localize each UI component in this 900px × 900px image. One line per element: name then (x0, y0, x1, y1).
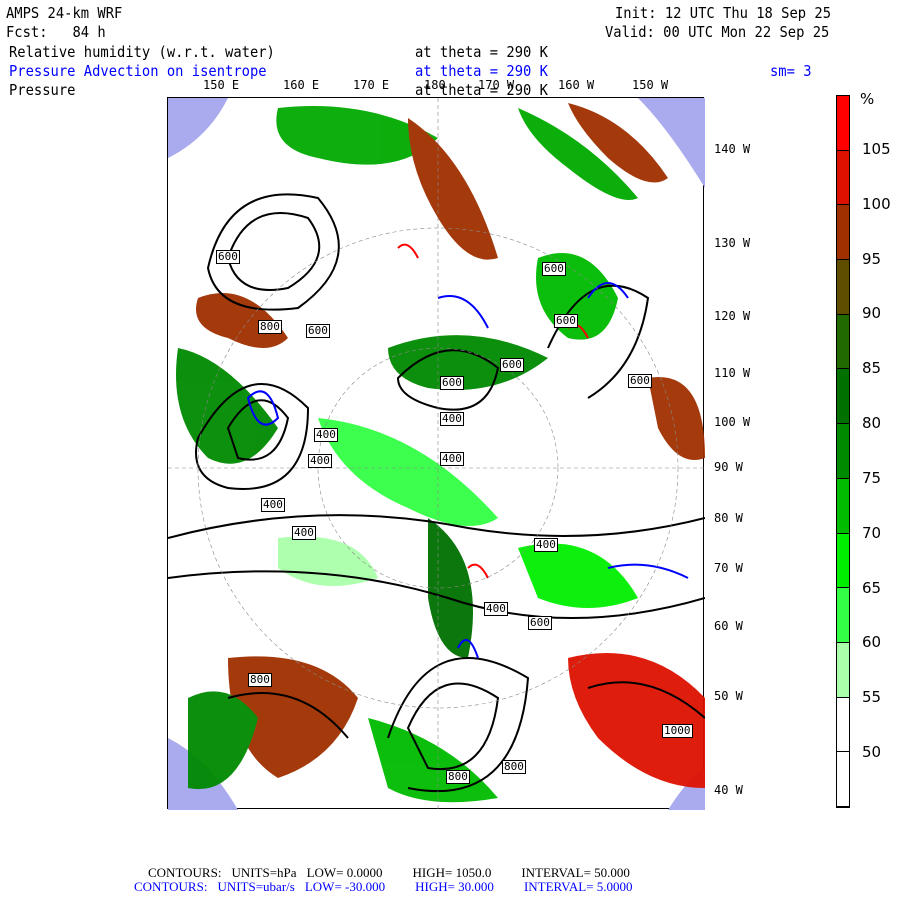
colorbar-segment (837, 205, 849, 261)
weather-map-page: AMPS 24-km WRF Fcst: 84 h Init: 12 UTC T… (0, 0, 900, 900)
longitude-label: 60 W (714, 619, 743, 633)
colorbar-label: 75 (862, 468, 882, 487)
colorbar-label: 65 (862, 578, 882, 597)
contour-label: 600 (542, 262, 566, 276)
contour-label: 600 (216, 250, 240, 264)
colorbar-label: 95 (862, 249, 882, 268)
longitude-label: 120 W (714, 309, 751, 323)
colorbar-segment (837, 150, 849, 206)
contour-label: 800 (502, 760, 526, 774)
contour-label: 400 (308, 454, 332, 468)
colorbar-segment (837, 642, 849, 698)
colorbar-segment (837, 314, 849, 370)
contour-label: 400 (534, 538, 558, 552)
longitude-label: 160 W (558, 78, 595, 92)
longitude-label: 160 E (283, 78, 320, 92)
contour-info-advection: CONTOURS: UNITS=ubar/s LOW= -30.000 HIGH= 3… (134, 880, 633, 894)
longitude-label: 100 W (714, 415, 751, 429)
contour-label: 800 (446, 770, 470, 784)
contour-label: 600 (628, 374, 652, 388)
longitude-label: 110 W (714, 366, 751, 380)
colorbar-label: 90 (862, 304, 882, 323)
longitude-label: 70 W (714, 561, 743, 575)
contour-info-pressure: CONTOURS: UNITS=hPa LOW= 0.0000 HIGH= 1050.… (148, 866, 630, 880)
colorbar-segment (837, 533, 849, 589)
contour-units: UNITS=hPa (231, 865, 297, 880)
longitude-label: 130 W (714, 236, 751, 250)
colorbar-segment (837, 369, 849, 425)
contour-low: LOW= 0.0000 (306, 865, 383, 880)
contour-label: 400 (484, 602, 508, 616)
colorbar-label: 60 (862, 633, 882, 652)
colorbar-unit: % (860, 90, 875, 108)
contour-interval: INTERVAL= 5.0000 (523, 879, 633, 894)
model-title: AMPS 24-km WRF (6, 4, 123, 22)
contour-label: CONTOURS: (134, 879, 208, 894)
contour-label: 400 (261, 498, 285, 512)
field-pressure: Pressure (9, 81, 76, 99)
colorbar-label: 50 (862, 743, 882, 762)
colorbar (836, 95, 850, 808)
contour-label: 600 (500, 358, 524, 372)
colorbar-label: 100 (862, 194, 891, 213)
colorbar-label: 85 (862, 359, 882, 378)
contour-high: HIGH= 30.000 (415, 879, 494, 894)
colorbar-label: 70 (862, 523, 882, 542)
contour-label: 800 (258, 320, 282, 334)
forecast-hour: Fcst: 84 h (6, 23, 106, 41)
colorbar-label: 105 (862, 139, 891, 158)
contour-label: 1000 (662, 724, 693, 738)
contour-label: 600 (440, 376, 464, 390)
field-padv-level: at theta = 290 K (415, 62, 548, 80)
longitude-label: 150 E (203, 78, 240, 92)
longitude-label: 50 W (714, 689, 743, 703)
init-time: Init: 12 UTC Thu 18 Sep 25 (615, 4, 832, 22)
longitude-label: 140 W (714, 142, 751, 156)
colorbar-label: 80 (862, 414, 882, 433)
field-rh: Relative humidity (w.r.t. water) (9, 43, 275, 61)
contour-label: 600 (306, 324, 330, 338)
colorbar-segment (837, 260, 849, 315)
contour-units: UNITS=ubar/s (217, 879, 295, 894)
contour-label: 400 (440, 412, 464, 426)
map-plot: 600 800 600 400 400 400 400 600 400 400 600 600 600 6… (167, 97, 706, 810)
longitude-label: 180 (424, 78, 446, 92)
contour-interval: INTERVAL= 50.000 (521, 865, 630, 880)
field-padv: Pressure Advection on isentrope (9, 62, 267, 80)
colorbar-segment (837, 96, 849, 151)
contour-label: 600 (528, 616, 552, 630)
colorbar-label: 55 (862, 688, 882, 707)
longitude-label: 170 E (353, 78, 390, 92)
longitude-label: 40 W (714, 783, 743, 797)
colorbar-segment (837, 478, 849, 534)
colorbar-segment (837, 588, 849, 643)
contour-label: 800 (248, 673, 272, 687)
longitude-label: 90 W (714, 460, 743, 474)
longitude-label: 170 W (478, 78, 515, 92)
contour-low: LOW= -30.000 (304, 879, 386, 894)
longitude-label: 80 W (714, 511, 743, 525)
contour-label: 400 (440, 452, 464, 466)
colorbar-segment (837, 697, 849, 753)
contour-label: 400 (314, 428, 338, 442)
valid-time: Valid: 00 UTC Mon 22 Sep 25 (605, 23, 830, 41)
smoothing-label: sm= 3 (770, 62, 812, 80)
contour-label: 600 (554, 314, 578, 328)
colorbar-segment (837, 424, 849, 479)
colorbar-segment (837, 752, 849, 807)
field-rh-level: at theta = 290 K (415, 43, 548, 61)
map-graphics (167, 98, 706, 810)
contour-label: CONTOURS: (148, 865, 222, 880)
contour-label: 400 (292, 526, 316, 540)
longitude-label: 150 W (632, 78, 669, 92)
contour-high: HIGH= 1050.0 (412, 865, 492, 880)
